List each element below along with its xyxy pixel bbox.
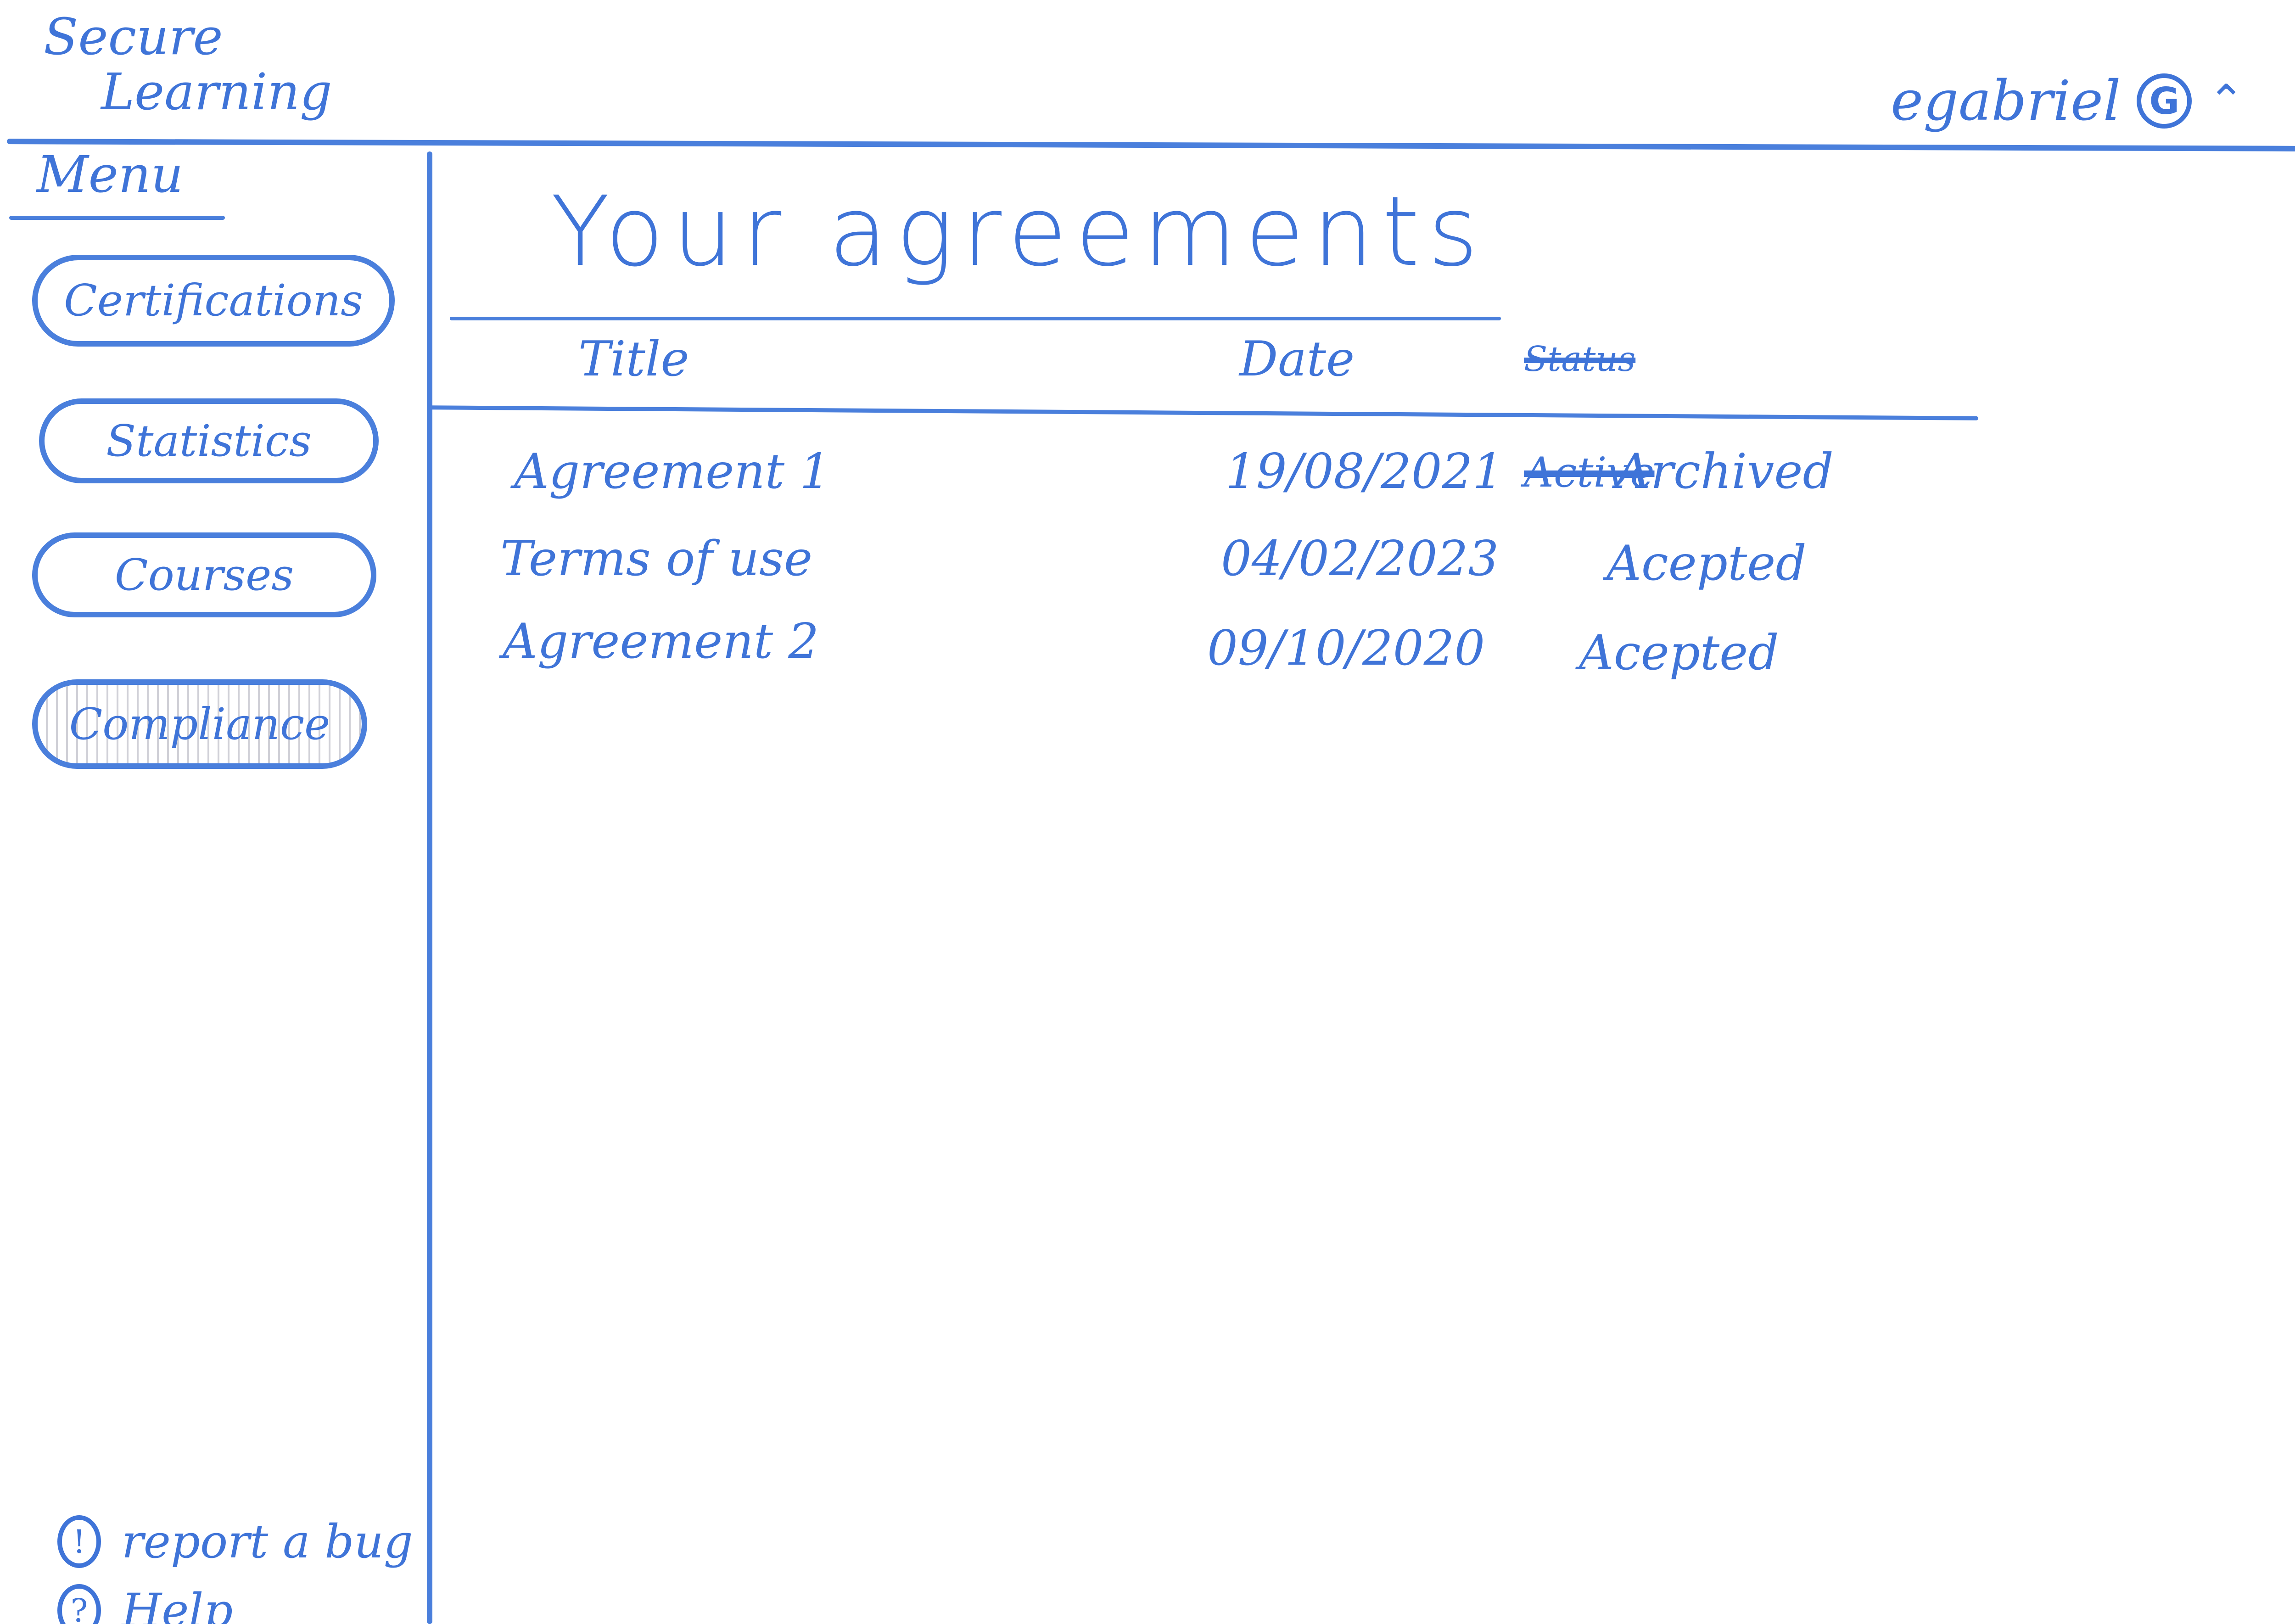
row-date: 09/10/2020 [1207, 620, 1485, 676]
sidebar-item-compliance[interactable]: Compliance [32, 679, 367, 769]
sidebar-item-statistics[interactable]: Statistics [39, 398, 379, 483]
header-divider [6, 139, 2295, 151]
row-title: Terms of use [500, 531, 813, 587]
column-header-date: Date [1239, 331, 1355, 387]
help-icon: ? [57, 1584, 101, 1624]
row-status: Archived [1616, 443, 1834, 499]
sidebar-item-certifications[interactable]: Certifications [32, 255, 395, 347]
avatar[interactable]: G [2137, 73, 2192, 129]
row-title: Agreement 1 [514, 443, 831, 499]
chevron-up-icon[interactable]: ⌃ [2208, 76, 2245, 126]
username-label: egabriel [1891, 69, 2121, 133]
column-header-status: Status [1524, 339, 1636, 379]
help-link[interactable]: ? Help [57, 1584, 233, 1624]
report-bug-label: report a bug [122, 1515, 413, 1568]
sidebar-divider [427, 151, 432, 1624]
brand-logo-line1: Secure [44, 7, 223, 66]
sidebar-item-courses[interactable]: Courses [32, 532, 376, 617]
report-bug-link[interactable]: ! report a bug [57, 1515, 413, 1568]
help-label: Help [122, 1584, 233, 1624]
row-status: Acepted [1579, 625, 1779, 681]
row-title: Agreement 2 [503, 613, 819, 669]
row-status: Acepted [1606, 535, 1807, 591]
row-date: 04/02/2023 [1221, 531, 1499, 587]
column-header-title: Title [578, 331, 689, 387]
menu-title: Menu [37, 145, 184, 204]
menu-title-underline [9, 216, 225, 220]
table-header-divider [427, 405, 1978, 420]
page-title-underline [450, 317, 1501, 320]
user-menu[interactable]: egabriel G ⌃ [1891, 64, 2245, 138]
page-title: Your agreements [551, 175, 1487, 288]
row-date: 19/08/2021 [1226, 443, 1504, 499]
alert-icon: ! [57, 1515, 101, 1568]
brand-logo-line2: Learning [101, 62, 332, 121]
